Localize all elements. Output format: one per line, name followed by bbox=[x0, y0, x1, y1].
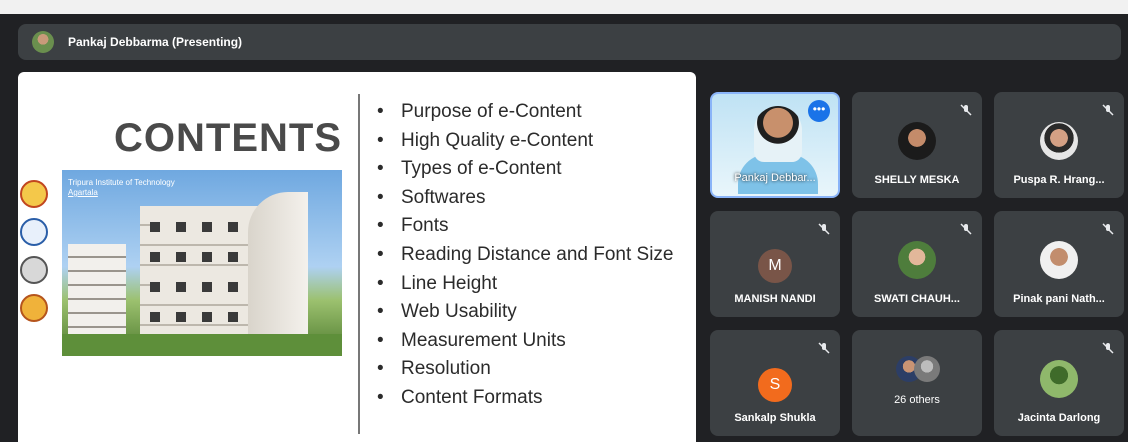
slide-divider bbox=[358, 94, 360, 434]
contents-item: Web Usability bbox=[373, 300, 691, 324]
photo-caption-institute: Tripura Institute of Technology bbox=[68, 178, 175, 187]
video-person-head bbox=[754, 106, 802, 162]
participant-name: Puspa R. Hrang... bbox=[1013, 174, 1105, 186]
avatar bbox=[1040, 360, 1078, 398]
avatar bbox=[898, 241, 936, 279]
mic-muted-icon bbox=[1102, 104, 1114, 116]
participant-name: Pinak pani Nath... bbox=[1013, 293, 1105, 305]
building-window-row bbox=[150, 282, 260, 292]
institute-seal-icon bbox=[20, 180, 48, 208]
participant-tile-jacinta[interactable]: Jacinta Darlong bbox=[994, 330, 1124, 436]
building-tower bbox=[248, 192, 308, 340]
photo-caption: Tripura Institute of Technology Agartala bbox=[68, 178, 175, 198]
participant-tile-others[interactable]: 26 others bbox=[852, 330, 982, 436]
photo-caption-city: Agartala bbox=[68, 188, 98, 197]
participant-name: SWATI CHAUH... bbox=[874, 293, 960, 305]
mic-muted-icon bbox=[818, 342, 830, 354]
building-left bbox=[68, 244, 126, 336]
mic-muted-icon bbox=[1102, 223, 1114, 235]
lawn bbox=[62, 334, 342, 356]
participant-tile-shelly[interactable]: SHELLY MESKA bbox=[852, 92, 982, 198]
contents-item: Content Formats bbox=[373, 386, 691, 410]
mic-muted-icon bbox=[818, 223, 830, 235]
participant-tile-pankaj[interactable]: ••• Pankaj Debbar... bbox=[710, 92, 840, 198]
campus-photo: Tripura Institute of Technology Agartala bbox=[62, 170, 342, 356]
presenter-avatar bbox=[32, 31, 54, 53]
participant-name: SHELLY MESKA bbox=[874, 174, 960, 186]
participant-name: Jacinta Darlong bbox=[1017, 412, 1101, 424]
participant-name: 26 others bbox=[894, 394, 940, 406]
participant-tile-swati[interactable]: SWATI CHAUH... bbox=[852, 211, 982, 317]
others-avatars bbox=[896, 356, 940, 386]
building-window-row bbox=[150, 312, 260, 322]
participant-tile-pinak[interactable]: Pinak pani Nath... bbox=[994, 211, 1124, 317]
building-window-row bbox=[150, 222, 260, 232]
contents-item: High Quality e-Content bbox=[373, 129, 691, 153]
participant-tile-sankalp[interactable]: S Sankalp Shukla bbox=[710, 330, 840, 436]
avatar bbox=[1040, 122, 1078, 160]
contents-item: Types of e-Content bbox=[373, 157, 691, 181]
contents-item: Reading Distance and Font Size bbox=[373, 243, 691, 267]
mic-muted-icon bbox=[960, 104, 972, 116]
avatar bbox=[898, 122, 936, 160]
avatar: M bbox=[758, 249, 792, 283]
presenter-name: Pankaj Debbarma (Presenting) bbox=[68, 35, 243, 49]
contents-item: Softwares bbox=[373, 186, 691, 210]
contents-item: Line Height bbox=[373, 272, 691, 296]
participant-tile-puspa[interactable]: Puspa R. Hrang... bbox=[994, 92, 1124, 198]
presentation-slide: CONTENTS Tripura Institute of Technology… bbox=[18, 72, 696, 442]
avatar bbox=[1040, 241, 1078, 279]
slide-title: CONTENTS bbox=[114, 116, 342, 160]
contents-item: Purpose of e-Content bbox=[373, 100, 691, 124]
participant-name: MANISH NANDI bbox=[734, 293, 816, 305]
building-window-row bbox=[150, 252, 260, 262]
mic-muted-icon bbox=[960, 223, 972, 235]
browser-top-strip bbox=[0, 0, 1128, 14]
participant-name: Sankalp Shukla bbox=[734, 412, 816, 424]
contents-item: Measurement Units bbox=[373, 329, 691, 353]
avatar bbox=[914, 356, 940, 382]
presenter-bar: Pankaj Debbarma (Presenting) bbox=[18, 24, 1121, 60]
participant-tile-manish[interactable]: M MANISH NANDI bbox=[710, 211, 840, 317]
avatar: S bbox=[758, 368, 792, 402]
more-options-icon[interactable]: ••• bbox=[808, 100, 830, 122]
institution-logos bbox=[18, 180, 58, 332]
university-seal-icon bbox=[20, 294, 48, 322]
contents-item: Resolution bbox=[373, 357, 691, 381]
nba-logo-icon bbox=[20, 218, 48, 246]
mic-muted-icon bbox=[1102, 342, 1114, 354]
participant-name: Pankaj Debbar... bbox=[734, 172, 816, 184]
contents-list: Purpose of e-Content High Quality e-Cont… bbox=[373, 100, 691, 415]
emblem-icon bbox=[20, 256, 48, 284]
contents-item: Fonts bbox=[373, 214, 691, 238]
